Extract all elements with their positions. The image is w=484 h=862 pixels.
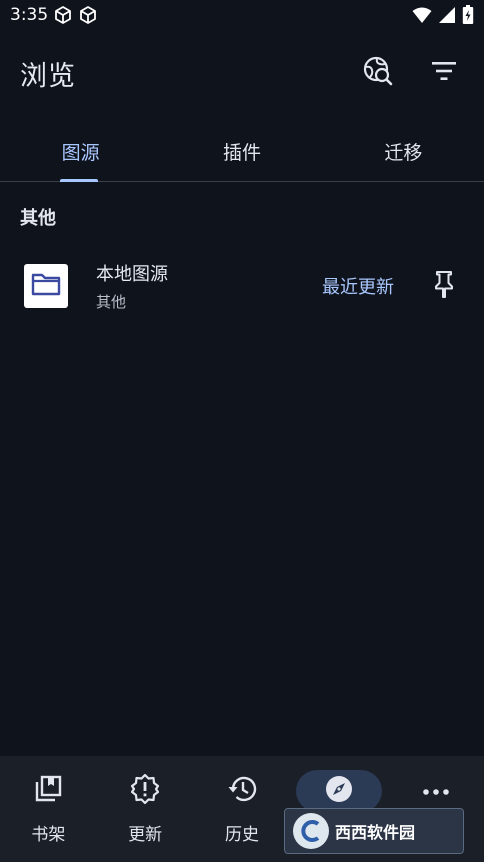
filter-button[interactable] bbox=[428, 57, 460, 89]
nav-label: 书架 bbox=[31, 825, 66, 845]
watermark-c-icon bbox=[293, 813, 329, 849]
tab-bar: 图源 插件 迁移 bbox=[0, 122, 484, 182]
cube-icon bbox=[53, 5, 73, 25]
nav-history[interactable]: 历史 bbox=[194, 756, 291, 862]
tab-label: 图源 bbox=[61, 142, 100, 164]
tab-migrate[interactable]: 迁移 bbox=[323, 122, 484, 181]
folder-icon bbox=[31, 272, 61, 300]
page-title: 浏览 bbox=[20, 60, 76, 92]
tab-indicator bbox=[60, 179, 98, 182]
source-text: 本地图源 其他 bbox=[96, 260, 168, 312]
nav-pill bbox=[102, 770, 188, 812]
source-icon bbox=[24, 264, 68, 308]
nav-library[interactable]: 书架 bbox=[0, 756, 97, 862]
source-row-local[interactable]: 本地图源 其他 最近更新 bbox=[0, 250, 484, 322]
battery-charging-icon bbox=[462, 5, 474, 25]
signal-icon bbox=[438, 6, 456, 24]
watermark-text: 西西软件园 bbox=[335, 823, 416, 842]
nav-pill bbox=[5, 770, 91, 812]
top-app-bar: 浏览 bbox=[0, 44, 484, 102]
global-search-button[interactable] bbox=[362, 56, 394, 90]
tab-sources[interactable]: 图源 bbox=[0, 122, 161, 182]
history-icon bbox=[226, 774, 258, 808]
nav-label: 历史 bbox=[224, 825, 259, 845]
source-language: 其他 bbox=[96, 293, 127, 311]
globe-search-icon bbox=[363, 56, 393, 90]
nav-pill bbox=[393, 770, 479, 812]
source-name: 本地图源 bbox=[96, 264, 168, 285]
compass-icon bbox=[324, 774, 354, 808]
top-actions bbox=[362, 56, 464, 90]
status-right bbox=[412, 5, 474, 25]
filter-icon bbox=[430, 60, 458, 86]
status-time: 3:35 bbox=[10, 5, 49, 25]
watermark-logo: 西西软件园 bbox=[284, 808, 464, 854]
section-header: 其他 bbox=[20, 208, 56, 229]
latest-updates-button[interactable]: 最近更新 bbox=[322, 273, 394, 299]
tab-label: 迁移 bbox=[384, 142, 423, 164]
wifi-icon bbox=[412, 6, 432, 24]
nav-updates[interactable]: 更新 bbox=[97, 756, 194, 862]
status-bar: 3:35 bbox=[0, 0, 484, 30]
status-left: 3:35 bbox=[10, 5, 98, 25]
pin-button[interactable] bbox=[430, 270, 458, 302]
nav-pill bbox=[199, 770, 285, 812]
nav-label: 更新 bbox=[128, 825, 163, 845]
cube-icon bbox=[78, 5, 98, 25]
tab-extensions[interactable]: 插件 bbox=[161, 122, 322, 181]
nav-pill-active bbox=[295, 770, 382, 812]
tab-label: 插件 bbox=[222, 142, 261, 164]
library-icon bbox=[33, 774, 63, 808]
more-horiz-icon bbox=[422, 782, 450, 801]
updates-alert-icon bbox=[129, 773, 161, 809]
pin-icon bbox=[433, 270, 455, 302]
